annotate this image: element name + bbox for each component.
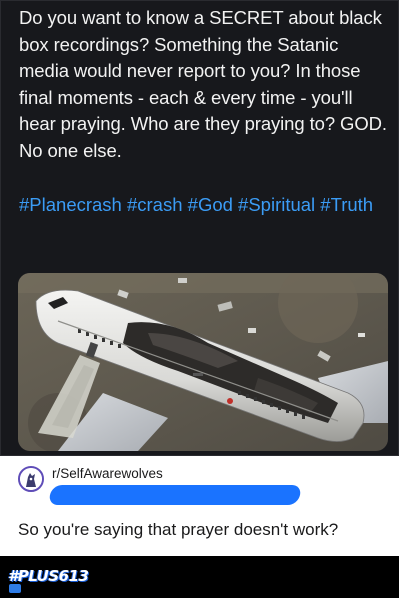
crashed-plane-photo[interactable] — [18, 273, 388, 451]
footer-bar: #PLUS613 — [0, 556, 399, 598]
screenshot-page: Do you want to know a SECRET about black… — [0, 0, 399, 598]
tweet-text: Do you want to know a SECRET about black… — [19, 7, 387, 161]
tweet-hashtags[interactable]: #Planecrash #crash #God #Spiritual #Trut… — [19, 192, 391, 219]
reddit-comment: r/SelfAwarewolves So you're saying that … — [0, 456, 399, 556]
subreddit-avatar[interactable] — [18, 466, 44, 492]
subreddit-name[interactable]: r/SelfAwarewolves — [52, 466, 163, 482]
watermark-badge-icon — [9, 584, 21, 593]
tweet-card: Do you want to know a SECRET about black… — [0, 0, 399, 456]
username-redaction — [47, 485, 303, 505]
site-watermark-logo: #PLUS613 — [8, 567, 118, 593]
watermark-text: #PLUS613 — [8, 567, 89, 585]
comment-text: So you're saying that prayer doesn't wor… — [18, 520, 339, 539]
